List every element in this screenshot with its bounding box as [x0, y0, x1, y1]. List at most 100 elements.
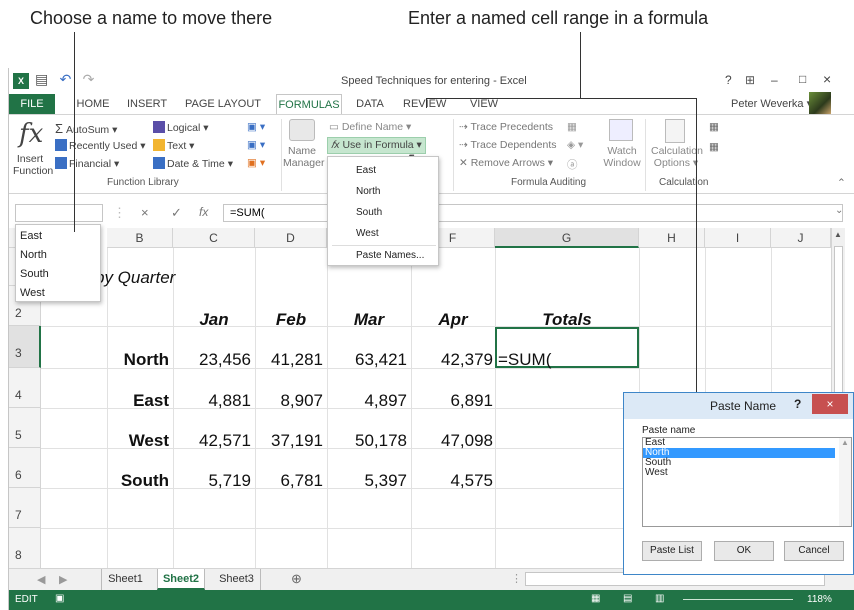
cell-value[interactable]: 5,719 — [173, 471, 251, 491]
cell-value[interactable]: 50,178 — [327, 431, 407, 451]
trace-precedents-button[interactable]: ⇢ Trace Precedents — [459, 121, 553, 133]
financial-button[interactable]: Financial ▾ — [55, 157, 119, 170]
col-header-d[interactable]: D — [255, 228, 327, 248]
menu-item-east[interactable]: East — [356, 165, 376, 176]
avatar[interactable] — [809, 92, 831, 114]
zoom-slider[interactable] — [683, 599, 793, 600]
namebox-item-north[interactable]: North — [20, 246, 96, 265]
more-functions-button[interactable]: ▣ ▾ — [247, 157, 265, 169]
col-header-g[interactable]: G — [495, 228, 639, 248]
next-sheet-icon[interactable]: ▶ — [59, 573, 67, 586]
watch-window-button[interactable]: Watch Window — [603, 145, 641, 169]
tab-view[interactable]: VIEW — [469, 94, 499, 114]
cancel-icon[interactable]: × — [141, 205, 149, 220]
cell-value[interactable]: 42,571 — [173, 431, 251, 451]
cell-value[interactable]: 4,881 — [173, 391, 251, 411]
insert-function-fx-icon[interactable]: fx — [199, 205, 208, 219]
cell-value[interactable]: 4,897 — [327, 391, 407, 411]
logical-button[interactable]: Logical ▾ — [153, 121, 208, 134]
close-button[interactable]: × — [823, 71, 831, 87]
namebox-item-south[interactable]: South — [20, 265, 96, 284]
remove-arrows-button[interactable]: ✕ Remove Arrows ▾ — [459, 157, 553, 169]
redo-icon[interactable]: ↷ — [83, 71, 95, 88]
expand-formula-bar-icon[interactable]: ⌄ — [835, 205, 843, 216]
text-button[interactable]: Text ▾ — [153, 139, 194, 152]
save-icon[interactable]: ▤ — [35, 71, 48, 88]
row-header-7[interactable]: 7 — [9, 488, 41, 528]
paste-name-item-north[interactable]: North — [643, 448, 835, 458]
total-formula[interactable]: =SUM( — [498, 350, 551, 370]
error-checking-icon[interactable]: ◈ ▾ — [567, 139, 583, 151]
row-header-6[interactable]: 6 — [9, 448, 41, 488]
calculate-now-icon[interactable]: ▦ — [709, 121, 719, 133]
cell-value[interactable]: 23,456 — [173, 350, 251, 370]
cell-value[interactable]: 6,781 — [255, 471, 323, 491]
scroll-up-icon[interactable]: ▲ — [834, 230, 842, 239]
tab-home[interactable]: HOME — [75, 94, 111, 114]
autosum-button[interactable]: Σ AutoSum ▾ — [55, 121, 117, 136]
row-header-5[interactable]: 5 — [9, 408, 41, 448]
lookup-button[interactable]: ▣ ▾ — [247, 121, 265, 133]
insert-function-icon[interactable]: fx — [19, 119, 43, 149]
cell-value[interactable]: 63,421 — [327, 350, 407, 370]
show-formulas-icon[interactable]: ▦ — [567, 121, 577, 133]
tab-file[interactable]: FILE — [9, 94, 55, 114]
cell-value[interactable]: 37,191 — [255, 431, 323, 451]
name-box[interactable] — [15, 204, 103, 222]
define-name-button[interactable]: ▭ Define Name ▾ — [329, 121, 411, 133]
cell-value[interactable]: 8,907 — [255, 391, 323, 411]
maximize-button[interactable]: □ — [799, 72, 806, 86]
cell-value[interactable]: 41,281 — [255, 350, 323, 370]
evaluate-formula-icon[interactable]: ⓐ — [567, 157, 578, 172]
cell-value[interactable]: 47,098 — [411, 431, 493, 451]
prev-sheet-icon[interactable]: ◀ — [37, 573, 45, 586]
cell-value[interactable]: 42,379 — [411, 350, 493, 370]
trace-dependents-button[interactable]: ⇢ Trace Dependents — [459, 139, 557, 151]
math-trig-button[interactable]: ▣ ▾ — [247, 139, 265, 151]
sheet-tab-3[interactable]: Sheet3 — [213, 569, 261, 590]
row-header-4[interactable]: 4 — [9, 368, 41, 408]
tab-review[interactable]: REVIEW — [403, 94, 446, 114]
paste-name-item-east[interactable]: East — [643, 438, 851, 448]
help-button[interactable]: ? — [725, 73, 732, 87]
namebox-item-west[interactable]: West — [20, 284, 96, 303]
undo-icon[interactable]: ↶ — [60, 71, 72, 88]
calculate-sheet-icon[interactable]: ▦ — [709, 141, 719, 153]
sheet-tab-2[interactable]: Sheet2 — [157, 569, 205, 590]
row-header-8[interactable]: 8 — [9, 528, 41, 570]
macro-icon[interactable]: ▣ — [55, 593, 64, 604]
col-header-b[interactable]: B — [107, 228, 173, 248]
calculation-options-button[interactable]: Calculation Options ▾ — [651, 145, 703, 169]
menu-item-paste-names[interactable]: Paste Names... — [356, 250, 424, 261]
tab-data[interactable]: DATA — [353, 94, 387, 114]
collapse-ribbon-icon[interactable]: ⌃ — [837, 177, 846, 189]
zoom-level[interactable]: 118% — [807, 594, 832, 605]
cell-value[interactable]: 4,575 — [411, 471, 493, 491]
dialog-list-scrollbar[interactable]: ▲ — [839, 438, 851, 526]
dialog-close-button[interactable]: × — [812, 394, 848, 414]
sheet-tab-1[interactable]: Sheet1 — [101, 569, 149, 590]
normal-view-icon[interactable]: ▦ — [591, 593, 600, 604]
tab-formulas[interactable]: FORMULAS — [276, 94, 342, 114]
insert-function-button[interactable]: Insert Function — [13, 153, 53, 177]
user-name[interactable]: Peter Weverka ▾ — [731, 97, 812, 110]
paste-name-item-south[interactable]: South — [643, 458, 851, 468]
page-layout-view-icon[interactable]: ▤ — [623, 593, 632, 604]
enter-icon[interactable]: ✓ — [171, 205, 182, 221]
menu-item-south[interactable]: South — [356, 207, 382, 218]
date-time-button[interactable]: Date & Time ▾ — [153, 157, 233, 170]
minimize-button[interactable]: – — [771, 73, 778, 87]
add-sheet-icon[interactable]: ⊕ — [291, 571, 302, 587]
menu-item-west[interactable]: West — [356, 228, 379, 239]
dialog-help-icon[interactable]: ? — [794, 397, 801, 411]
ribbon-display-icon[interactable]: ⊞ — [745, 73, 755, 87]
row-header-3[interactable]: 3 — [9, 326, 41, 368]
ok-button[interactable]: OK — [714, 541, 774, 561]
cell-value[interactable]: 5,397 — [327, 471, 407, 491]
cell-value[interactable]: 6,891 — [411, 391, 493, 411]
formula-input[interactable]: =SUM( — [223, 204, 843, 222]
namebox-item-east[interactable]: East — [20, 227, 96, 246]
menu-item-north[interactable]: North — [356, 186, 380, 197]
tab-page-layout[interactable]: PAGE LAYOUT — [185, 94, 261, 114]
col-header-j[interactable]: J — [771, 228, 831, 248]
